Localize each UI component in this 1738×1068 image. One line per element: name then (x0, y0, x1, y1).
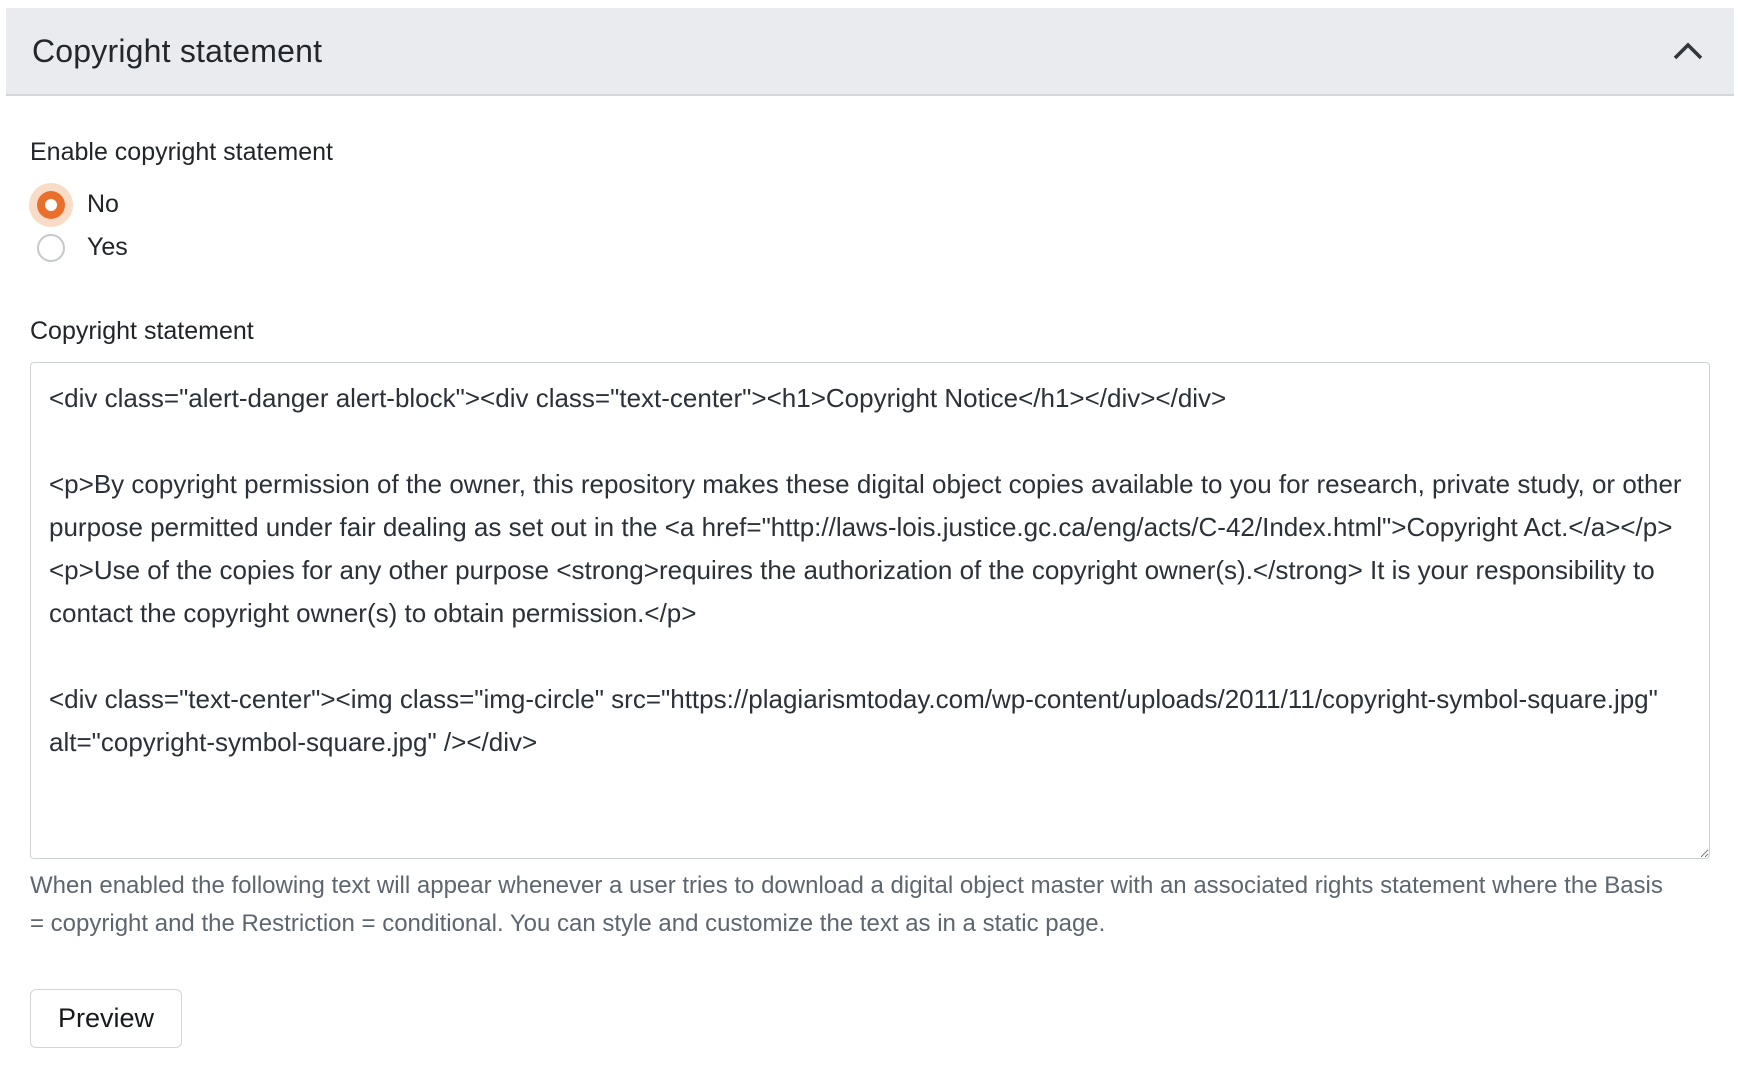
collapse-panel-button[interactable] (1668, 37, 1708, 65)
radio-yes-input[interactable] (37, 234, 65, 262)
radio-option-yes[interactable]: Yes (30, 226, 128, 269)
panel-header: Copyright statement (6, 8, 1734, 96)
copyright-statement-help-text: When enabled the following text will app… (30, 867, 1670, 943)
copyright-statement-field-label: Copyright statement (30, 317, 1710, 346)
radio-no-input[interactable] (37, 191, 65, 219)
radio-no-label: No (87, 190, 119, 219)
radio-option-no[interactable]: No (30, 183, 119, 226)
enable-copyright-statement-label: Enable copyright statement (30, 138, 1710, 167)
panel-body: Enable copyright statement No Yes Copyri… (6, 138, 1734, 1048)
copyright-statement-textarea[interactable]: <div class="alert-danger alert-block"><d… (30, 362, 1710, 859)
preview-button[interactable]: Preview (30, 989, 182, 1048)
enable-copyright-radio-group: No Yes (30, 183, 1710, 269)
panel-title: Copyright statement (32, 33, 322, 70)
chevron-up-icon (1672, 41, 1704, 61)
settings-page: Copyright statement Enable copyright sta… (0, 0, 1738, 1068)
copyright-statement-panel: Copyright statement Enable copyright sta… (6, 8, 1734, 1048)
radio-yes-label: Yes (87, 233, 128, 262)
